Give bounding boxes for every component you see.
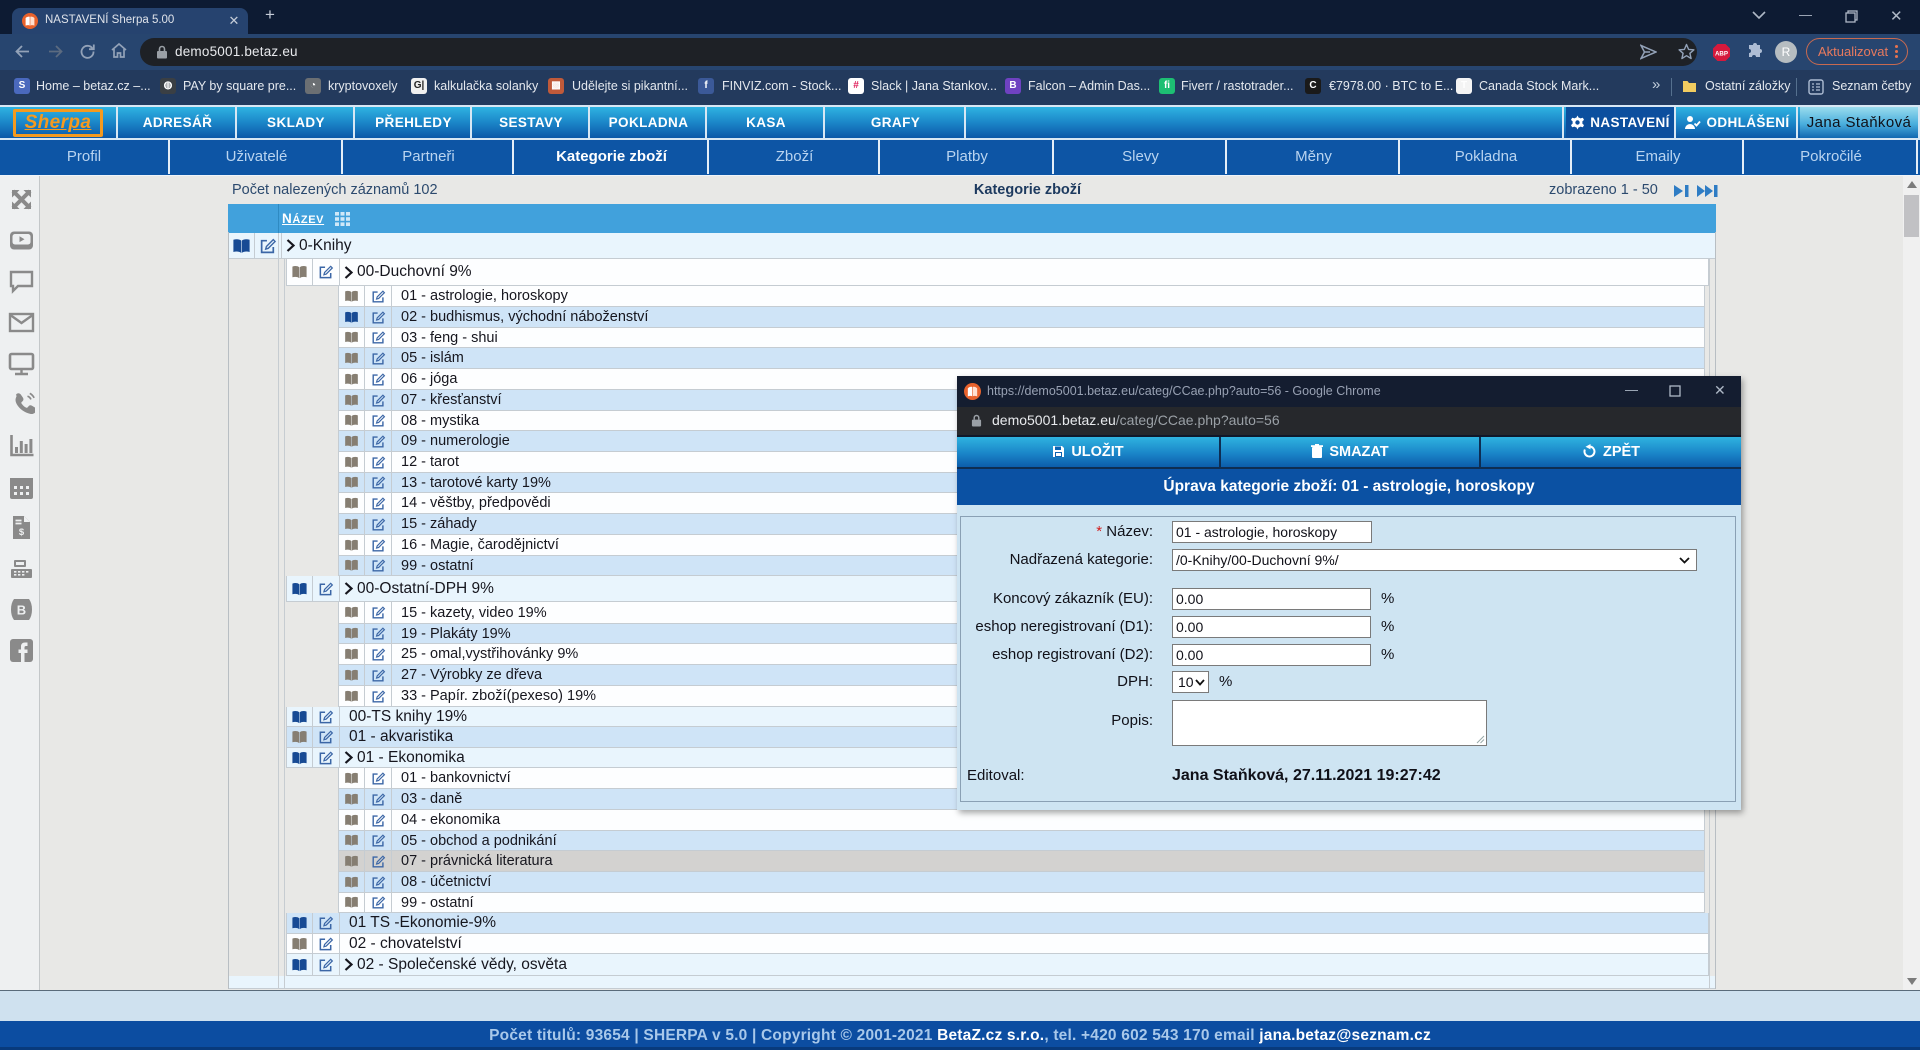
svg-text:B: B [17,603,26,618]
svg-text:ABP: ABP [1715,51,1728,58]
svg-text:$: $ [19,527,25,538]
